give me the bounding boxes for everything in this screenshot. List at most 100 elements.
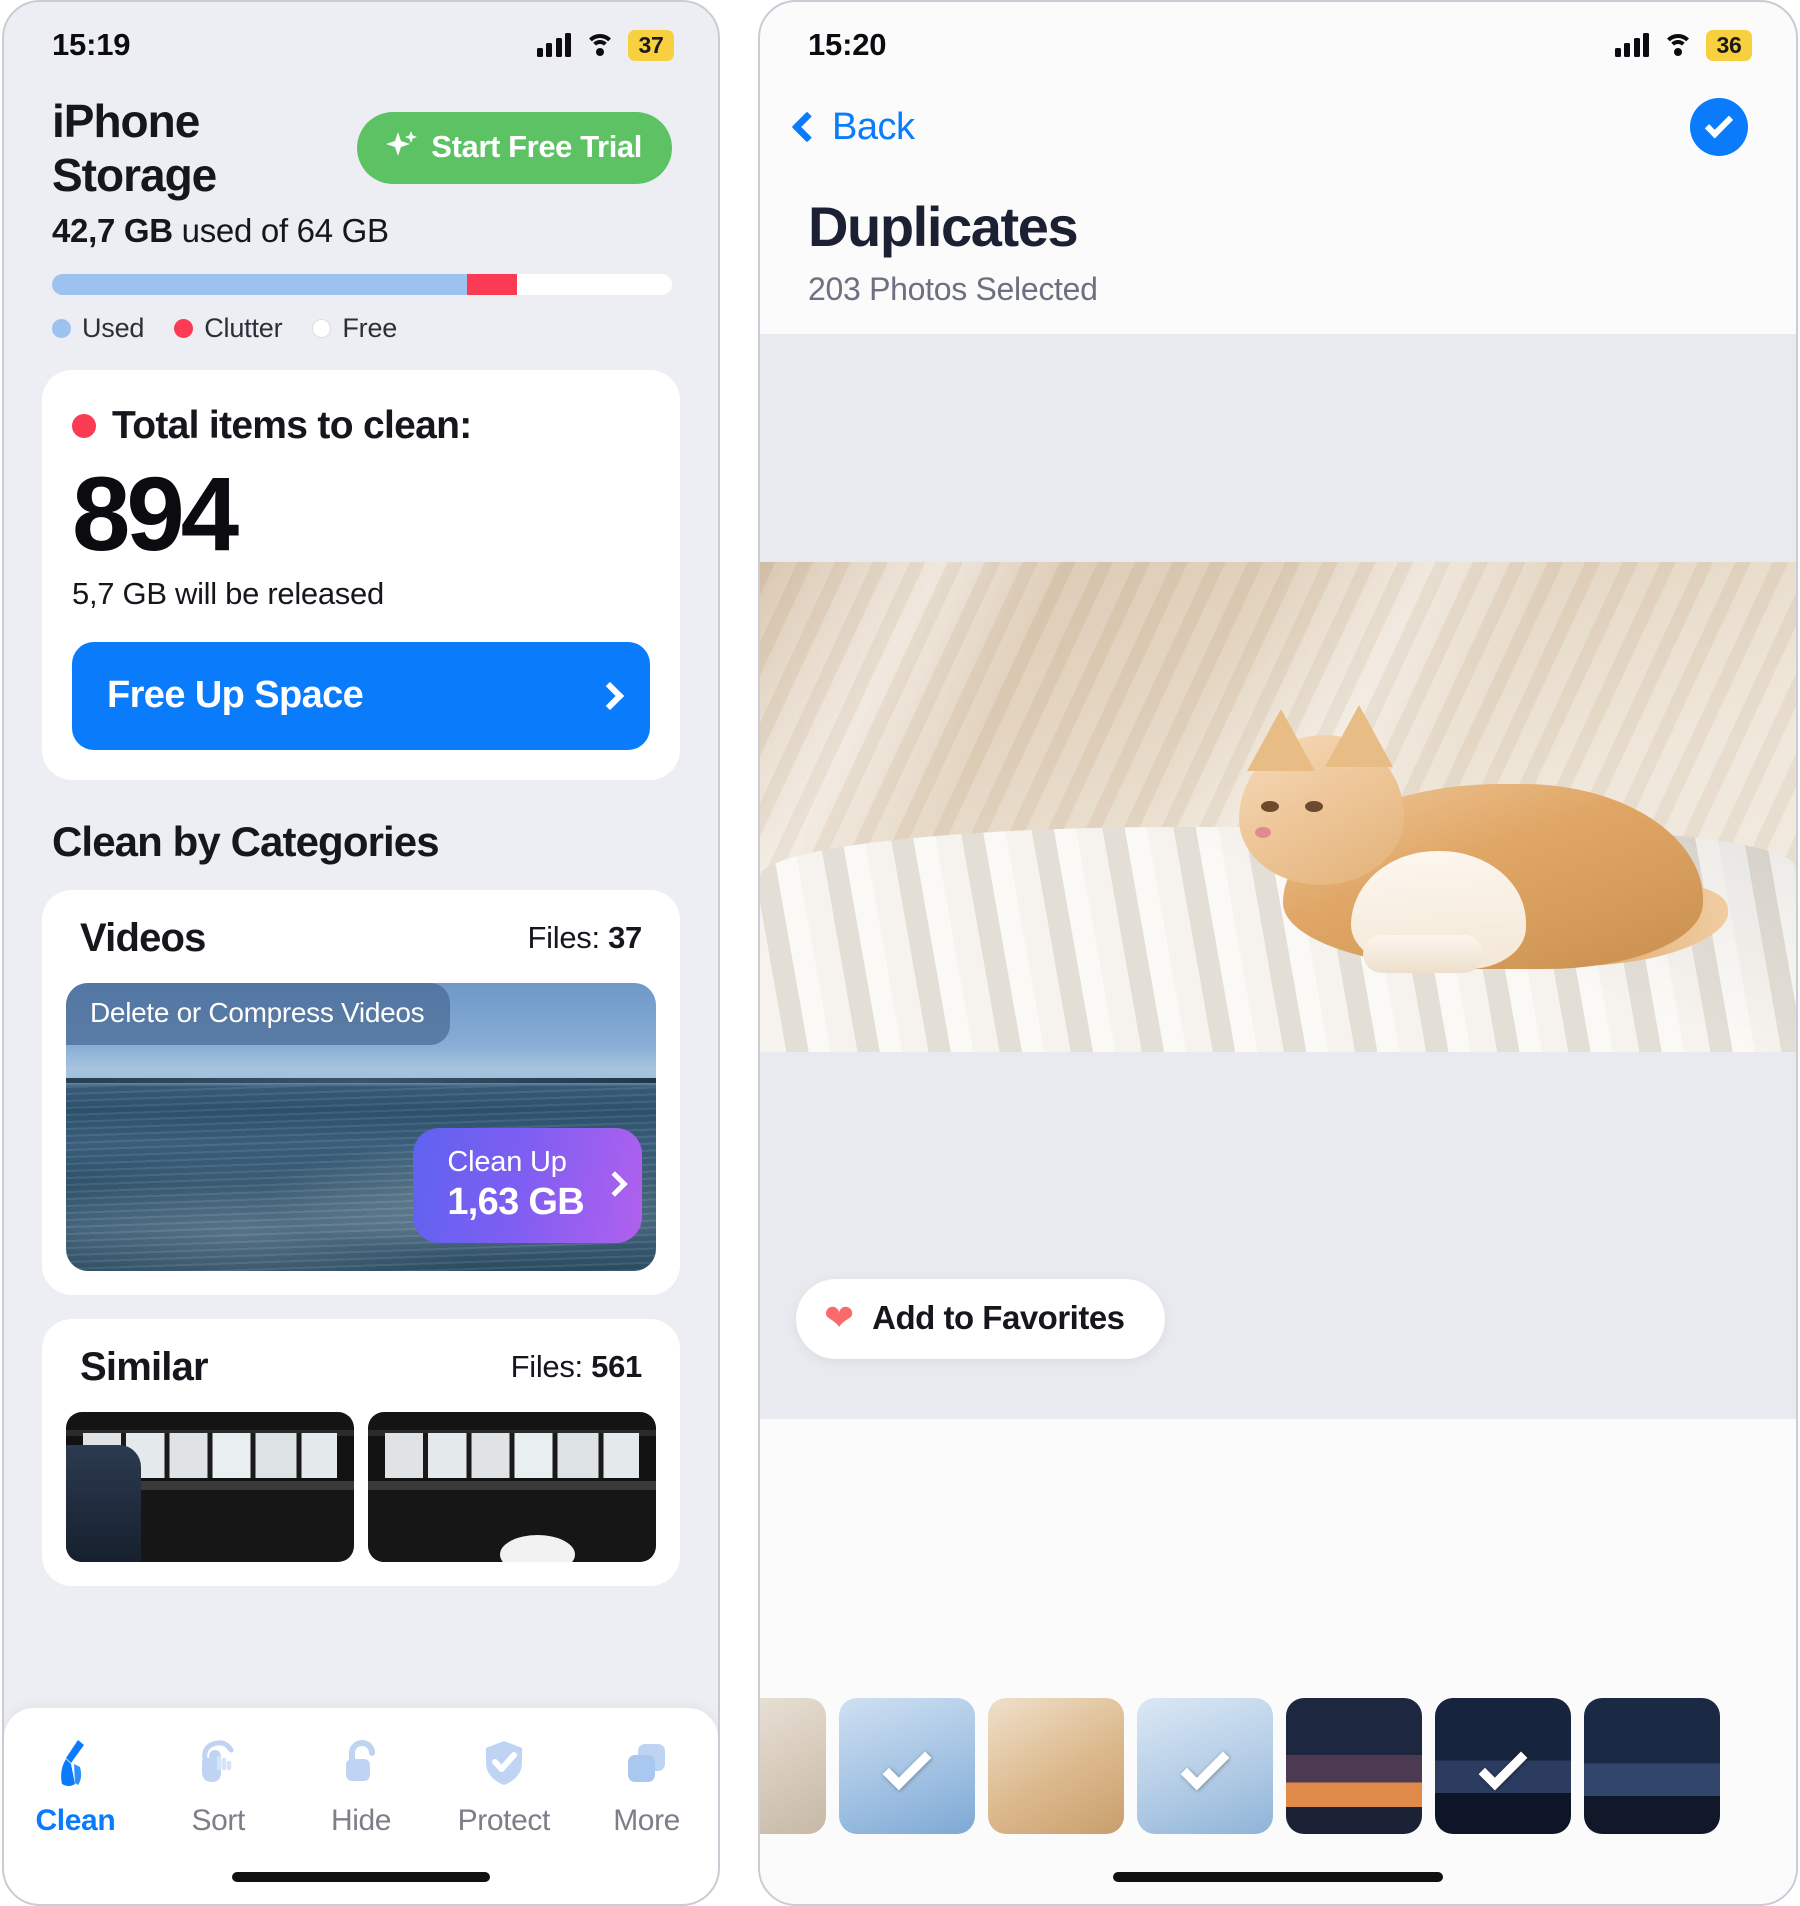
thumbnail-item[interactable]: [1584, 1698, 1720, 1834]
thumbnail-item[interactable]: [1137, 1698, 1273, 1834]
wifi-icon: [1662, 33, 1693, 57]
thumbnail-filmstrip[interactable]: [760, 1686, 1796, 1904]
back-button[interactable]: Back: [791, 105, 915, 149]
ginger-cat-subject: [1233, 704, 1733, 976]
unlock-icon: [332, 1734, 390, 1792]
bar-segment-free: [517, 274, 672, 295]
chevron-right-icon: [602, 1171, 628, 1197]
page-title: iPhone Storage: [52, 95, 217, 201]
sparkle-icon: [384, 130, 418, 164]
clean-up-videos-button[interactable]: Clean Up 1,63 GB: [413, 1127, 642, 1243]
back-label: Back: [832, 105, 915, 148]
storage-legend: Used Clutter Free: [52, 313, 672, 344]
legend-label-clutter: Clutter: [204, 313, 283, 343]
legend-item-clutter: Clutter: [174, 313, 283, 344]
checkmark-icon: [882, 1741, 932, 1791]
tab-label-more: More: [613, 1804, 680, 1837]
tab-label-hide: Hide: [330, 1804, 392, 1837]
shield-check-icon: [475, 1734, 533, 1792]
check-circle-icon[interactable]: [1690, 98, 1748, 156]
thumbnail-item[interactable]: [839, 1698, 975, 1834]
swipe-hand-icon: [189, 1734, 247, 1792]
items-to-clean-count: 894: [72, 456, 239, 573]
hero-photo-cat[interactable]: [760, 562, 1796, 1052]
tab-clean[interactable]: Clean: [4, 1734, 147, 1838]
cat-eye-left: [1260, 800, 1279, 812]
tab-label-protect: Protect: [457, 1804, 551, 1837]
category-files-similar: Files: 561: [511, 1349, 643, 1385]
chevron-right-icon: [595, 681, 625, 710]
video-action-chip: Delete or Compress Videos: [66, 982, 451, 1045]
category-card-videos[interactable]: Videos Files: 37 Delete or Compress Vide…: [42, 889, 680, 1295]
free-up-space-label: Free Up Space: [107, 674, 364, 717]
battery-indicator: 37: [628, 29, 674, 61]
space-released-text: 5,7 GB will be released: [72, 575, 384, 611]
photos-selected-count: 203 Photos Selected: [808, 271, 1098, 307]
files-label: Files:: [527, 920, 609, 956]
thumbnail-item[interactable]: [1286, 1698, 1422, 1834]
storage-used-value: 42,7 GB: [52, 212, 173, 249]
tab-protect[interactable]: Protect: [432, 1734, 575, 1838]
category-files-videos: Files: 37: [527, 920, 643, 956]
tab-sort[interactable]: Sort: [147, 1734, 290, 1838]
legend-item-free: Free: [312, 313, 397, 344]
photo-viewer[interactable]: ❤ Add to Favorites: [760, 334, 1796, 1419]
storage-usage-text: 42,7 GB used of 64 GB: [52, 212, 672, 250]
cellular-signal-icon: [536, 33, 571, 57]
checkmark-icon: [1180, 1741, 1230, 1791]
cat-eye-right: [1304, 800, 1323, 812]
add-to-favorites-button[interactable]: ❤ Add to Favorites: [796, 1279, 1165, 1359]
video-preview-thumbnail[interactable]: Delete or Compress Videos Clean Up 1,63 …: [66, 982, 656, 1271]
heart-icon: ❤: [824, 1297, 855, 1338]
cat-head: [1238, 704, 1404, 885]
status-time: 15:20: [808, 27, 887, 62]
checkmark-icon: [1478, 1741, 1528, 1791]
similar-preview-grid[interactable]: [66, 1411, 656, 1562]
legend-dot-clutter: [174, 319, 194, 338]
duplicates-title: Duplicates: [808, 195, 1079, 258]
storage-total-value: used of 64 GB: [172, 212, 389, 249]
legend-dot-free: [312, 319, 332, 338]
storage-header: iPhone Storage Start Free Trial 42,7 GB …: [4, 76, 718, 344]
add-to-favorites-label: Add to Favorites: [872, 1299, 1125, 1336]
right-phone-screen: 15:20 36 Back Duplicates 203 Photos Sele…: [758, 0, 1798, 1906]
similar-thumb-2[interactable]: [368, 1411, 656, 1562]
cellular-signal-icon: [1614, 33, 1649, 57]
left-status-bar: 15:19 37: [4, 2, 718, 76]
bottom-tab-bar: Clean Sort Hide Protect More: [4, 1708, 718, 1904]
home-indicator: [1113, 1872, 1443, 1882]
legend-label-free: Free: [342, 313, 398, 343]
battery-indicator: 36: [1706, 29, 1752, 61]
bar-segment-clutter: [467, 274, 517, 295]
category-name-videos: Videos: [80, 915, 206, 960]
duplicates-nav-bar: Back: [760, 76, 1796, 156]
cat-ear-right: [1324, 704, 1393, 767]
clean-up-size: 1,63 GB: [447, 1180, 584, 1223]
tab-hide[interactable]: Hide: [290, 1734, 433, 1838]
right-status-bar: 15:20 36: [760, 2, 1796, 76]
free-up-space-button[interactable]: Free Up Space: [72, 641, 650, 750]
home-indicator: [232, 1872, 490, 1882]
start-free-trial-button[interactable]: Start Free Trial: [357, 112, 672, 184]
thumbnail-item[interactable]: [988, 1698, 1124, 1834]
start-free-trial-label: Start Free Trial: [431, 129, 642, 164]
tab-label-clean: Clean: [35, 1804, 116, 1837]
screenshot-root: 15:19 37 iPhone Storage Start Free Trial…: [0, 0, 1800, 1906]
clutter-dot-icon: [72, 414, 96, 438]
stacked-squares-icon: [618, 1734, 676, 1792]
thumbnail-item[interactable]: [760, 1698, 826, 1834]
left-phone-screen: 15:19 37 iPhone Storage Start Free Trial…: [2, 0, 720, 1906]
summary-heading: Total items to clean:: [112, 404, 472, 447]
similar-thumb-1[interactable]: [66, 1411, 354, 1562]
broom-icon: [46, 1734, 104, 1792]
thumbnail-item[interactable]: [1435, 1698, 1571, 1834]
tab-more[interactable]: More: [575, 1734, 718, 1838]
files-count: 37: [608, 920, 642, 956]
checkmark-glyph: [1704, 110, 1734, 139]
cat-ear-left: [1246, 708, 1315, 771]
category-card-similar[interactable]: Similar Files: 561: [42, 1318, 680, 1586]
summary-card: Total items to clean: 894 5,7 GB will be…: [42, 370, 680, 780]
files-count: 561: [591, 1349, 642, 1385]
categories-heading: Clean by Categories: [52, 817, 440, 865]
bar-segment-used: [52, 274, 468, 295]
